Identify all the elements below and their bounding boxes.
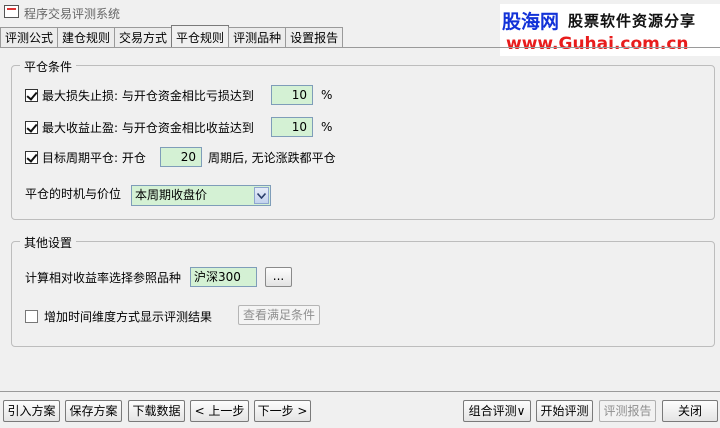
timing-select-row: 本周期收盘价: [131, 185, 271, 206]
timing-select-value: 本周期收盘价: [135, 188, 208, 202]
take-profit-input[interactable]: 10: [271, 117, 313, 137]
reference-input[interactable]: 沪深300: [190, 267, 257, 287]
tab-bar: 评测公式 建仓规则 交易方式 平仓规则 评测品种 设置报告: [0, 25, 344, 48]
browse-button[interactable]: ...: [265, 267, 292, 287]
target-period-input-row: 20 周期后, 无论涨跌都平仓: [160, 147, 336, 167]
other-settings-title: 其他设置: [20, 234, 77, 251]
save-plan-button[interactable]: 保存方案: [65, 400, 122, 422]
view-conditions-button[interactable]: 查看满足条件: [238, 305, 321, 325]
start-eval-button[interactable]: 开始评测: [536, 400, 593, 422]
tab-formula[interactable]: 评测公式: [0, 27, 59, 48]
take-profit-input-row: 10 %: [271, 117, 332, 137]
time-dimension-row: 增加时间维度方式显示评测结果: [25, 308, 212, 325]
bottom-toolbar: 引入方案 保存方案 下载数据 < 上一步 下一步 > 组合评测∨ 开始评测 评测…: [0, 391, 720, 428]
timing-label: 平仓的时机与价位: [25, 187, 122, 201]
next-step-button[interactable]: 下一步 >: [254, 400, 311, 422]
tab-close-rules[interactable]: 平仓规则: [171, 25, 230, 48]
window-title: 程序交易评测系统: [24, 7, 121, 21]
stop-loss-input-row: 10 %: [271, 85, 332, 105]
app-icon: [4, 5, 19, 18]
watermark: 股海网 股票软件资源分享 www.Guhai.com.cn: [500, 4, 720, 56]
close-conditions-title: 平仓条件: [20, 58, 77, 75]
stop-loss-unit: %: [321, 88, 333, 102]
take-profit-unit: %: [321, 120, 333, 134]
tab-divider: [0, 47, 720, 48]
time-dimension-label: 增加时间维度方式显示评测结果: [44, 310, 213, 324]
watermark-url: www.Guhai.com.cn: [506, 34, 689, 54]
stop-loss-input[interactable]: 10: [271, 85, 313, 105]
timing-select[interactable]: 本周期收盘价: [131, 185, 271, 206]
time-dimension-checkbox[interactable]: [25, 310, 38, 323]
watermark-slogan: 股票软件资源分享: [568, 12, 697, 30]
reference-input-row: 沪深300 ...: [190, 267, 292, 287]
tab-report-settings[interactable]: 设置报告: [285, 27, 344, 48]
tab-symbols[interactable]: 评测品种: [228, 27, 287, 48]
tab-trade-mode[interactable]: 交易方式: [114, 27, 173, 48]
target-period-checkbox[interactable]: [25, 151, 38, 164]
close-conditions-group: 平仓条件 最大损失止损: 与开仓资金相比亏损达到 10 % 最大收益止盈: 与开…: [11, 58, 715, 220]
import-plan-button[interactable]: 引入方案: [3, 400, 60, 422]
target-period-row: 目标周期平仓: 开仓: [25, 149, 146, 166]
close-button[interactable]: 关闭: [662, 400, 718, 422]
take-profit-checkbox[interactable]: [25, 121, 38, 134]
other-settings-group: 其他设置 计算相对收益率选择参照品种 沪深300 ... 增加时间维度方式显示评…: [11, 234, 715, 347]
download-data-button[interactable]: 下载数据: [128, 400, 185, 422]
stop-loss-row: 最大损失止损: 与开仓资金相比亏损达到: [25, 87, 254, 104]
view-conditions-row: 查看满足条件: [238, 305, 321, 325]
combo-eval-button[interactable]: 组合评测∨: [463, 400, 531, 422]
prev-step-button[interactable]: < 上一步: [190, 400, 249, 422]
target-period-label: 目标周期平仓: 开仓: [42, 151, 146, 165]
stop-loss-label: 最大损失止损: 与开仓资金相比亏损达到: [42, 89, 254, 103]
target-period-suffix: 周期后, 无论涨跌都平仓: [208, 150, 336, 165]
tab-open-rules[interactable]: 建仓规则: [57, 27, 116, 48]
eval-report-button[interactable]: 评测报告: [599, 400, 656, 422]
take-profit-label: 最大收益止盈: 与开仓资金相比收益达到: [42, 121, 254, 135]
reference-row: 计算相对收益率选择参照品种: [25, 269, 181, 286]
timing-row: 平仓的时机与价位: [25, 185, 121, 202]
take-profit-row: 最大收益止盈: 与开仓资金相比收益达到: [25, 119, 254, 136]
watermark-brand: 股海网: [502, 11, 560, 33]
target-period-input[interactable]: 20: [160, 147, 202, 167]
stop-loss-checkbox[interactable]: [25, 89, 38, 102]
chevron-down-icon[interactable]: [254, 187, 269, 204]
reference-label: 计算相对收益率选择参照品种: [25, 271, 182, 285]
